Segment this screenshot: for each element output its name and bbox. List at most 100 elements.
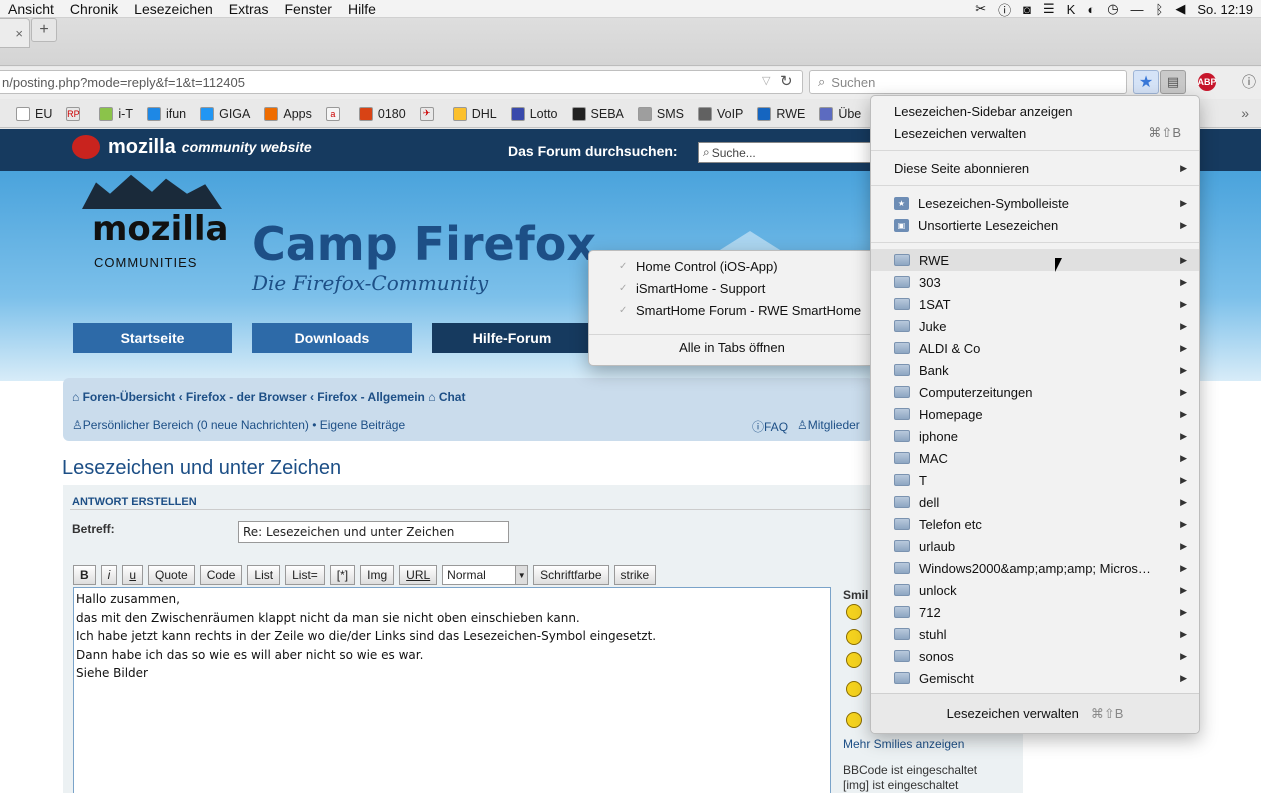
underline-button[interactable]: u	[122, 565, 144, 585]
adblock-plus-button[interactable]: ABP	[1196, 70, 1218, 94]
submenu-item-smarthome-forum[interactable]: ✓ SmartHome Forum - RWE SmartHome	[589, 299, 875, 321]
ucp-text[interactable]: Persönlicher Bereich (0 neue Nachrichten…	[83, 418, 405, 432]
menu-item-subscribe[interactable]: Diese Seite abonnieren ▶	[871, 157, 1199, 179]
font-color-button[interactable]: Schriftfarbe	[533, 565, 609, 585]
bookmark-toolbar-item[interactable]: Lotto	[510, 106, 558, 121]
dash-icon[interactable]: —	[1131, 2, 1144, 17]
bookmark-folder[interactable]: Juke ▶	[871, 315, 1199, 337]
k-icon[interactable]: K	[1067, 2, 1076, 17]
menu-extras[interactable]: Extras	[229, 1, 269, 17]
url-bar[interactable]: n/posting.php?mode=reply&f=1&t=112405	[0, 70, 803, 94]
subject-input[interactable]: Re: Lesezeichen und unter Zeichen	[238, 521, 509, 543]
nav-downloads[interactable]: Downloads	[252, 323, 412, 353]
menu-item-show-sidebar[interactable]: Lesezeichen-Sidebar anzeigen	[871, 100, 1199, 122]
bookmarks-menu-button[interactable]: ▤	[1160, 70, 1186, 94]
submenu-item-ismarthome[interactable]: ✓ iSmartHome - Support	[589, 277, 875, 299]
cool-smiley-icon[interactable]	[846, 629, 862, 645]
bold-button[interactable]: B	[73, 565, 96, 585]
bookmark-toolbar-item[interactable]: ifun	[146, 106, 186, 121]
manage-bookmarks-footer-button[interactable]: Lesezeichen verwalten ⌘⇧B	[871, 693, 1199, 733]
submenu-item-home-control[interactable]: ✓ Home Control (iOS-App)	[589, 255, 875, 277]
menu-item-manage-bookmarks[interactable]: Lesezeichen verwalten ⌘⇧B	[871, 122, 1199, 144]
chat-link[interactable]: Chat	[439, 390, 466, 404]
menu-hilfe[interactable]: Hilfe	[348, 1, 376, 17]
reload-icon[interactable]: ↻	[780, 72, 793, 90]
bookmark-folder[interactable]: sonos ▶	[871, 645, 1199, 667]
more-smilies-link[interactable]: Mehr Smilies anzeigen	[843, 737, 964, 751]
message-textarea[interactable]: Hallo zusammen, das mit den Zwischenräum…	[73, 587, 831, 793]
bookmark-toolbar-item[interactable]: 0180	[358, 106, 406, 121]
bookmark-toolbar-item[interactable]: ✈	[419, 106, 439, 121]
menu-item-unsorted-bookmarks[interactable]: ▣ Unsortierte Lesezeichen ▶	[871, 214, 1199, 236]
user-panel-links[interactable]: ♙Persönlicher Bereich (0 neue Nachrichte…	[72, 418, 405, 432]
topic-title[interactable]: Lesezeichen und unter Zeichen	[62, 457, 341, 480]
menu-item-bookmarks-toolbar[interactable]: ★ Lesezeichen-Symbolleiste ▶	[871, 192, 1199, 214]
bookmark-toolbar-item[interactable]: EU	[16, 106, 52, 121]
bookmark-toolbar-item[interactable]: i-T	[99, 106, 133, 121]
bookmark-toolbar-item[interactable]: RP	[66, 106, 85, 121]
app-status-icon[interactable]: ◙	[1023, 2, 1031, 17]
url-button[interactable]: URL	[399, 565, 438, 585]
bookmark-toolbar-item[interactable]: a	[325, 106, 345, 121]
strike-button[interactable]: strike	[613, 565, 657, 585]
idea-smiley-icon[interactable]	[846, 681, 862, 697]
bookmark-toolbar-item[interactable]: Apps	[264, 106, 312, 121]
info-icon[interactable]: ⓘ	[1238, 70, 1260, 94]
time-machine-icon[interactable]: ◷	[1107, 1, 1118, 17]
bookmark-folder[interactable]: ALDI & Co ▶	[871, 337, 1199, 359]
browser-tab[interactable]: ×	[0, 18, 30, 48]
members-link[interactable]: ♙Mitglieder	[797, 418, 860, 432]
smile-icon[interactable]	[846, 604, 862, 620]
faq-link[interactable]: ⓘFAQ	[752, 418, 788, 435]
forum-search-input[interactable]: ⌕ Suche...	[698, 142, 874, 163]
font-size-select[interactable]: Normal ▼	[442, 565, 529, 585]
clock[interactable]: So. 12:19	[1197, 2, 1253, 17]
bookmark-toolbar-item[interactable]: SMS	[637, 106, 684, 121]
bookmark-toolbar-item[interactable]: SEBA	[571, 106, 624, 121]
bookmark-toolbar-item[interactable]: DHL	[452, 106, 497, 121]
bookmark-folder[interactable]: unlock ▶	[871, 579, 1199, 601]
bookmark-folder[interactable]: stuhl ▶	[871, 623, 1199, 645]
code-button[interactable]: Code	[199, 565, 243, 585]
bookmark-folder[interactable]: Windows2000&amp;amp;amp; Micros… ▶	[871, 557, 1199, 579]
tab-close-icon[interactable]: ×	[15, 26, 23, 41]
bookmark-folder[interactable]: 303 ▶	[871, 271, 1199, 293]
menu-ansicht[interactable]: Ansicht	[8, 1, 54, 17]
bookmark-folder[interactable]: 1SAT ▶	[871, 293, 1199, 315]
nav-startseite[interactable]: Startseite	[73, 323, 232, 353]
sync-icon[interactable]: ◐	[1087, 2, 1095, 17]
menu-lesezeichen[interactable]: Lesezeichen	[134, 1, 213, 17]
bookmark-star-button[interactable]: ★	[1133, 70, 1159, 94]
menu-extra-icon[interactable]: ☰	[1043, 1, 1055, 17]
bookmark-folder[interactable]: Bank ▶	[871, 359, 1199, 381]
bookmark-folder[interactable]: T ▶	[871, 469, 1199, 491]
bookmark-folder[interactable]: dell ▶	[871, 491, 1199, 513]
search-input[interactable]: ⌕ Suchen	[809, 70, 1127, 94]
url-history-dropdown-icon[interactable]: ▽	[762, 74, 770, 87]
bluetooth-icon[interactable]: ᛒ	[1156, 2, 1164, 17]
bookmark-folder[interactable]: Computerzeitungen ▶	[871, 381, 1199, 403]
mozilla-communities-logo[interactable]: mozilla COMMUNITIES	[72, 171, 232, 271]
mozilla-logo[interactable]: mozilla community website	[72, 135, 312, 159]
new-tab-button[interactable]: +	[31, 18, 57, 42]
scissors-icon[interactable]: ✂	[975, 1, 986, 17]
img-button[interactable]: Img	[360, 565, 395, 585]
bookmark-folder[interactable]: MAC ▶	[871, 447, 1199, 469]
bookmark-folder[interactable]: urlaub ▶	[871, 535, 1199, 557]
list-ordered-button[interactable]: List=	[285, 565, 325, 585]
nav-hilfe-forum[interactable]: Hilfe-Forum	[432, 323, 592, 353]
bookmark-folder[interactable]: Telefon etc ▶	[871, 513, 1199, 535]
menu-fenster[interactable]: Fenster	[284, 1, 331, 17]
volume-icon[interactable]: ◀	[1175, 1, 1185, 17]
bookmark-toolbar-item[interactable]: GIGA	[200, 106, 250, 121]
breadcrumb-links[interactable]: Foren-Übersicht ‹ Firefox - der Browser …	[83, 390, 425, 404]
menu-chronik[interactable]: Chronik	[70, 1, 118, 17]
bookmark-folder[interactable]: Homepage ▶	[871, 403, 1199, 425]
onepassword-icon[interactable]: ⓘ	[998, 0, 1011, 19]
bookmark-folder[interactable]: iphone ▶	[871, 425, 1199, 447]
bookmark-folder[interactable]: RWE ▶	[871, 249, 1199, 271]
open-all-in-tabs-button[interactable]: Alle in Tabs öffnen	[589, 336, 875, 358]
bookmark-toolbar-item[interactable]: VoIP	[697, 106, 743, 121]
bookmark-folder[interactable]: Gemischt ▶	[871, 667, 1199, 689]
italic-button[interactable]: i	[100, 565, 118, 585]
